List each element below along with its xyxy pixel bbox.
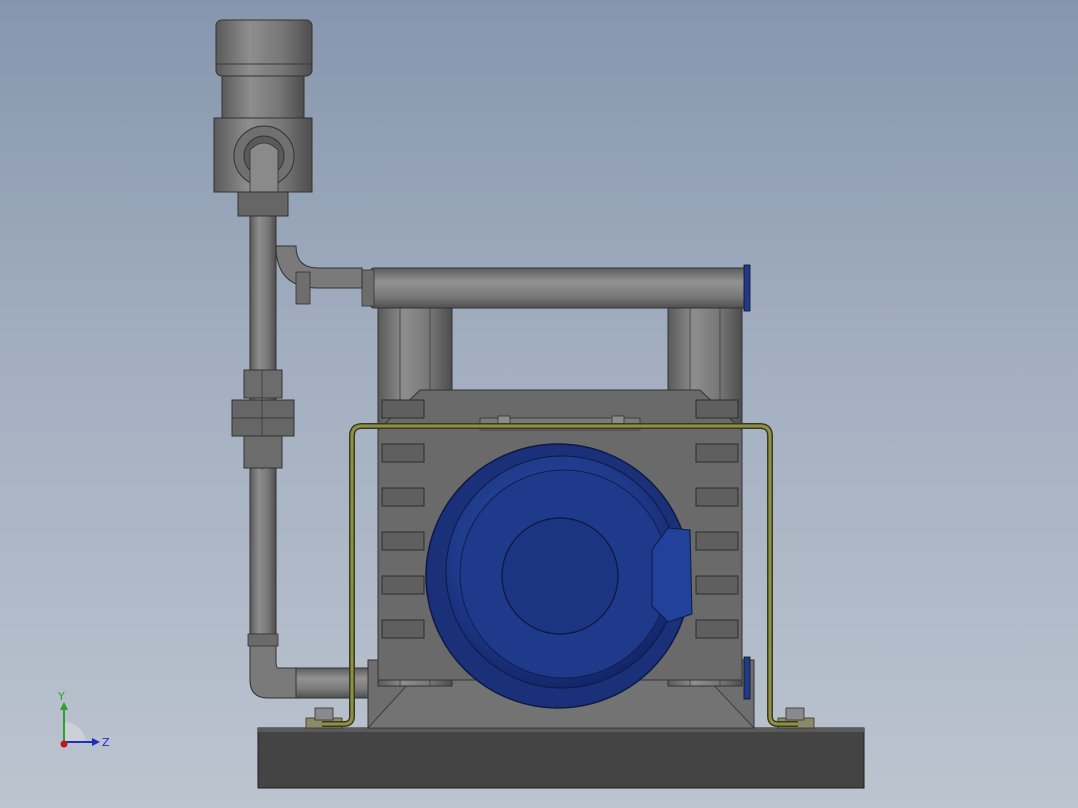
cad-graphics-viewport[interactable]: Y Z (0, 0, 1078, 808)
discharge-manifold (361, 264, 751, 312)
air-filter-regulator (213, 19, 313, 217)
z-axis-arrow (92, 738, 100, 746)
x-axis-dot (60, 740, 68, 748)
y-axis-label: Y (57, 690, 65, 703)
pump-assembly-model[interactable] (0, 0, 1078, 808)
base-plate (257, 727, 865, 789)
pipe-union-fitting (231, 369, 295, 470)
z-axis-label: Z (102, 736, 110, 749)
orientation-triad: Y Z (52, 686, 122, 756)
drive-motor (425, 443, 693, 709)
y-axis-arrow (60, 702, 68, 710)
triad-plane-indicator (64, 721, 86, 742)
